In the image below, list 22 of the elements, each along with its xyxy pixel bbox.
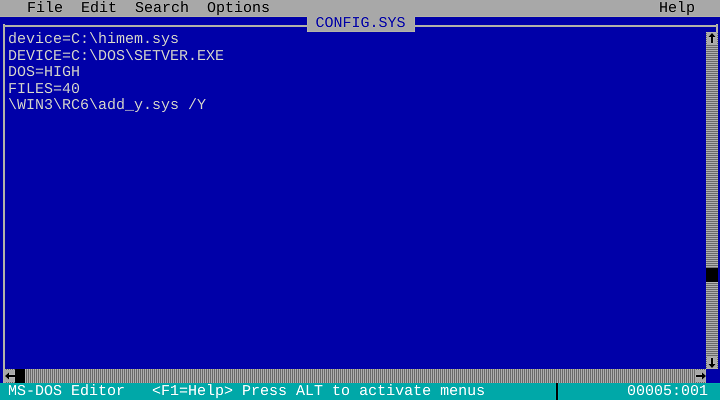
text-line: device=C:\himem.sys — [8, 32, 180, 48]
document-title: CONFIG.SYS — [306, 15, 415, 32]
menu-item[interactable]: File — [18, 0, 72, 17]
arrow-up-icon[interactable] — [707, 32, 717, 44]
scroll-thumb[interactable] — [706, 268, 718, 282]
app-name: MS-DOS Editor — [8, 383, 126, 400]
help-menu[interactable]: Help — [650, 0, 704, 17]
arrow-right-icon[interactable] — [696, 370, 706, 382]
status-hint: <F1=Help> Press ALT to activate menus — [152, 383, 486, 400]
menu-item[interactable]: Search — [126, 0, 198, 17]
vertical-scrollbar[interactable] — [706, 32, 718, 369]
text-line: DOS=HIGH — [8, 65, 82, 82]
text-line: FILES=40 — [8, 82, 82, 98]
arrow-left-icon[interactable] — [5, 370, 15, 382]
scroll-thumb[interactable] — [15, 369, 25, 383]
cursor-position: 00005:001 — [626, 383, 709, 400]
menu-item[interactable]: Edit — [72, 0, 126, 17]
arrow-down-icon[interactable] — [707, 357, 717, 369]
menu-item[interactable]: Options — [198, 0, 280, 17]
text-line: \WIN3\RC6\add_y.sys /Y — [8, 98, 208, 114]
text-line: DEVICE=C:\DOS\SETVER.EXE — [8, 48, 226, 65]
horizontal-scrollbar[interactable] — [5, 369, 706, 383]
